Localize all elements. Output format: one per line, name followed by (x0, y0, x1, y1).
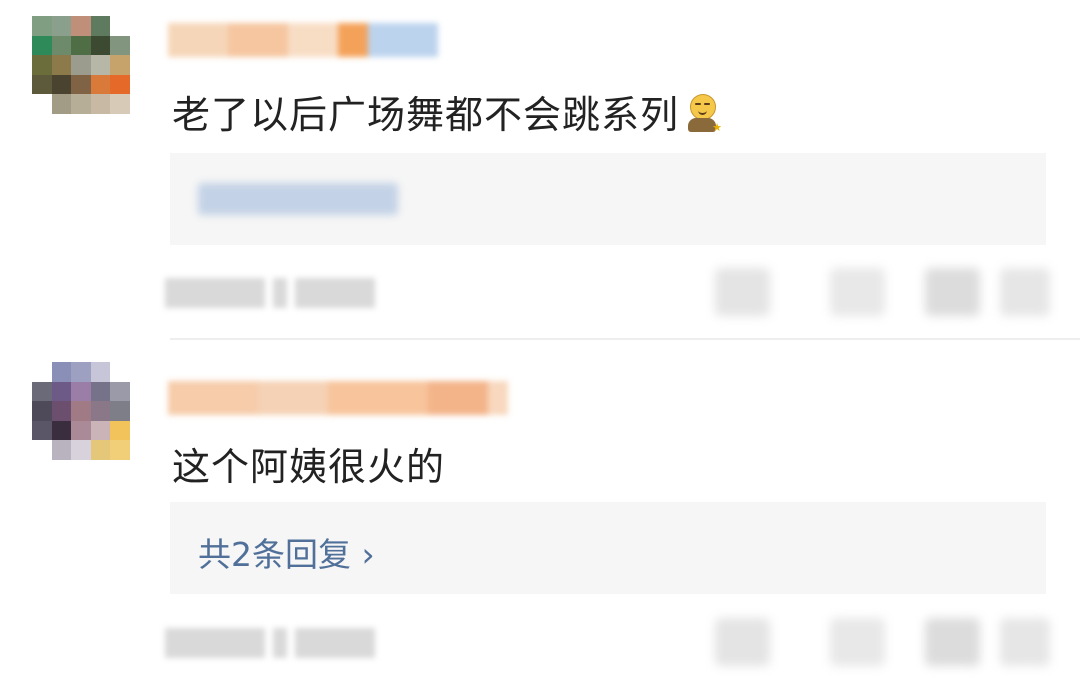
comment-item: 老了以后广场舞都不会跳系列 ★ (0, 0, 1080, 338)
comment-text-content: 这个阿姨很火的 (172, 445, 446, 489)
avatar[interactable] (32, 362, 149, 460)
username-blurred[interactable] (168, 20, 438, 60)
username-blurred[interactable] (168, 378, 508, 418)
like-icon[interactable] (925, 268, 980, 316)
timestamp-blurred (165, 628, 380, 658)
like-icon[interactable] (925, 618, 980, 666)
reply-preview-box[interactable] (170, 153, 1046, 245)
comment-item: 这个阿姨很火的 共2条回复 › (0, 340, 1080, 690)
like-count-blurred (1000, 618, 1050, 666)
reply-preview-box[interactable]: 共2条回复 › (170, 502, 1046, 594)
reply-preview-blurred (198, 183, 398, 215)
comment-icon[interactable] (830, 618, 885, 666)
comment-icon[interactable] (830, 268, 885, 316)
avatar[interactable] (32, 16, 149, 114)
comment-meta-row (165, 618, 1050, 666)
comment-text: 老了以后广场舞都不会跳系列 ★ (172, 84, 722, 139)
smiling-face-emoji-icon: ★ (685, 94, 722, 134)
share-icon[interactable] (715, 618, 770, 666)
view-replies-link[interactable]: 共2条回复 › (198, 528, 375, 576)
comment-text-content: 老了以后广场舞都不会跳系列 (172, 93, 680, 137)
comment-meta-row (165, 268, 1050, 316)
like-count-blurred (1000, 268, 1050, 316)
share-icon[interactable] (715, 268, 770, 316)
timestamp-blurred (165, 278, 380, 308)
comment-text: 这个阿姨很火的 (172, 436, 445, 491)
